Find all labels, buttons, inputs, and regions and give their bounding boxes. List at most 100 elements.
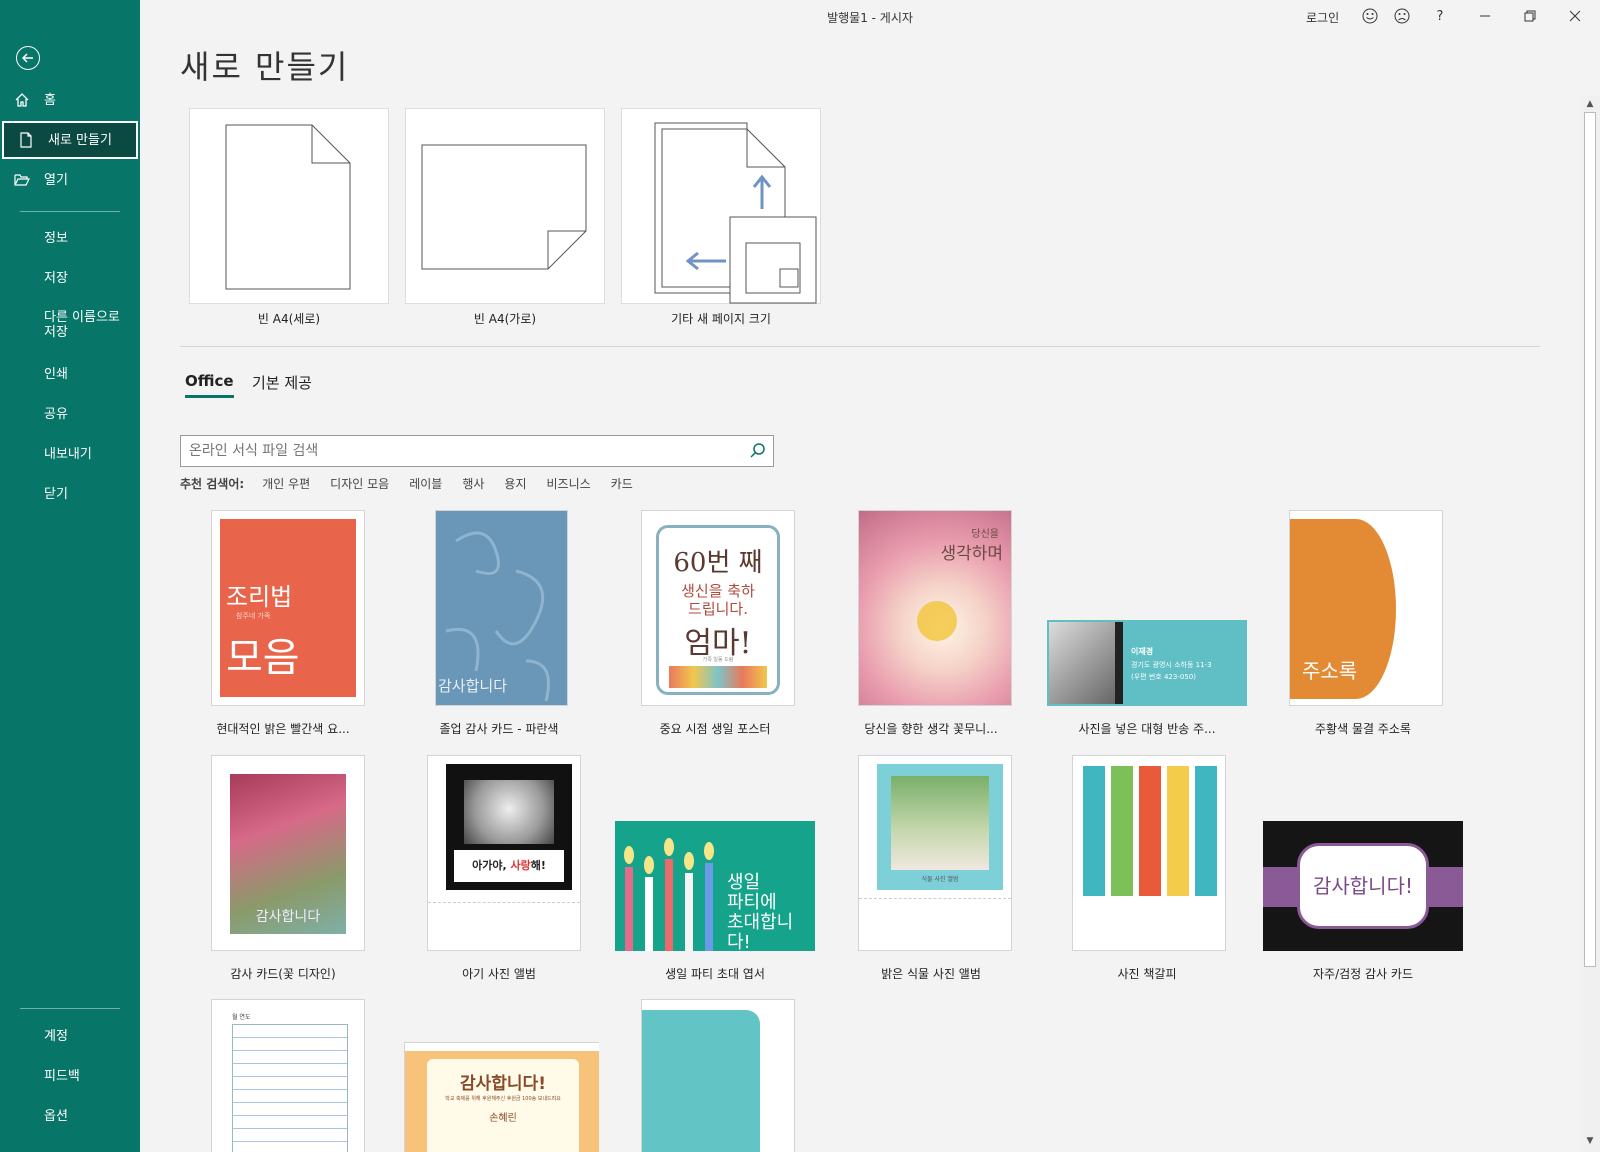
- thumb-text: 감사합니다: [255, 909, 321, 925]
- template-thumbnail: 이재경 경기도 광명시 소하동 11-3 (우편 번호 423-050): [1047, 620, 1247, 706]
- suggested-term[interactable]: 카드: [611, 475, 633, 492]
- thumb-text: 60번 째: [673, 548, 763, 578]
- smile-icon[interactable]: [1360, 6, 1380, 26]
- back-button[interactable]: [16, 46, 40, 70]
- frown-icon[interactable]: [1392, 6, 1412, 26]
- template-thumbnail: 주소록: [1289, 510, 1443, 706]
- suggested-term[interactable]: 행사: [462, 475, 484, 492]
- template-caption: 중요 시점 생일 포스터: [659, 722, 771, 736]
- sidebar-item-close[interactable]: 닫기: [0, 475, 140, 513]
- blank-a4-landscape[interactable]: [405, 108, 605, 304]
- sidebar-item-share[interactable]: 공유: [0, 395, 140, 433]
- photo-edge: [1115, 622, 1123, 704]
- sidebar-item-open[interactable]: 열기: [0, 161, 140, 199]
- template-card[interactable]: [615, 999, 815, 1152]
- blank-template-label: 빈 A4(가로): [473, 312, 537, 326]
- more-page-sizes[interactable]: [621, 108, 821, 304]
- template-search: [180, 435, 774, 467]
- minimize-icon[interactable]: [1475, 6, 1495, 26]
- search-icon[interactable]: [749, 442, 767, 464]
- close-icon[interactable]: [1565, 6, 1585, 26]
- sidebar-item-account[interactable]: 계정: [0, 1017, 140, 1055]
- template-card[interactable]: 60번 째 생신을 축하 드립니다. 엄마! 가족 일동 드림 중요 시점 생일…: [615, 510, 815, 750]
- sidebar-item-options[interactable]: 옵션: [0, 1097, 140, 1135]
- bookmark-strip: [1139, 766, 1161, 896]
- template-caption: 자주/검정 감사 카드: [1313, 967, 1413, 981]
- sidebar-item-label: 새로 만들기: [48, 132, 112, 148]
- thumb-text: 사랑: [510, 859, 531, 872]
- sidebar-divider: [20, 211, 120, 212]
- template-card[interactable]: 감사합니다 졸업 감사 카드 - 파란색: [399, 510, 599, 750]
- template-card[interactable]: 당신을 생각하며 당신을 향한 생각 꽃무니...: [831, 510, 1031, 750]
- thumb-text: 초대합니: [727, 912, 794, 933]
- sidebar-item-label: 공유: [44, 406, 68, 422]
- sidebar-item-new[interactable]: 새로 만들기: [2, 121, 138, 159]
- sidebar-item-home[interactable]: 홈: [0, 81, 140, 119]
- suggested-term[interactable]: 용지: [504, 475, 526, 492]
- template-card[interactable]: 감사합니다 감사 카드(꽃 디자인): [183, 755, 383, 995]
- suggested-term[interactable]: 레이블: [409, 475, 442, 492]
- restore-icon[interactable]: [1520, 6, 1540, 26]
- bookmark-strip: [1167, 766, 1189, 896]
- baby-caption: 아가야, 사랑해!: [454, 850, 564, 882]
- template-card[interactable]: 식물 사진 앨범 밝은 식물 사진 앨범: [831, 755, 1031, 995]
- sidebar-item-info[interactable]: 정보: [0, 219, 140, 257]
- scroll-up-icon[interactable]: ▲: [1583, 99, 1597, 111]
- flower-center: [917, 601, 957, 641]
- template-caption: 졸업 감사 카드 - 파란색: [439, 722, 559, 736]
- scroll-down-icon[interactable]: ▼: [1583, 1136, 1597, 1148]
- template-card[interactable]: 주소록 주황색 물결 주소록: [1263, 510, 1463, 750]
- login-button[interactable]: 로그인: [1306, 9, 1339, 26]
- sidebar-item-print[interactable]: 인쇄: [0, 355, 140, 393]
- vertical-scrollbar[interactable]: ▲ ▼: [1580, 96, 1600, 1152]
- sidebar-divider: [20, 1008, 120, 1009]
- fold-line: [859, 898, 1011, 899]
- help-icon[interactable]: ?: [1430, 6, 1450, 26]
- thumb-text: 감사합니다!: [460, 1074, 546, 1094]
- sidebar-item-label: 계정: [44, 1028, 68, 1044]
- sidebar-item-feedback[interactable]: 피드백: [0, 1057, 140, 1095]
- template-thumbnail: 감사합니다! 학교 축제를 위해 후원해주신 후원금 100송 보내드려요 손혜…: [404, 1042, 599, 1152]
- blank-a4-portrait[interactable]: [189, 108, 389, 304]
- sidebar-item-save-as[interactable]: 다른 이름으로 저장: [0, 306, 140, 344]
- photo-frame: 아가야, 사랑해!: [446, 764, 572, 890]
- sidebar-item-label: 닫기: [44, 486, 68, 502]
- template-thumbnail: 감사합니다: [435, 510, 568, 706]
- template-card[interactable]: 이재경 경기도 광명시 소하동 11-3 (우편 번호 423-050) 사진을…: [1047, 510, 1247, 750]
- scrollbar-thumb[interactable]: [1584, 112, 1596, 967]
- suggested-term[interactable]: 비즈니스: [547, 475, 591, 492]
- thumb-text: 경기도 광명시 소하동 11-3: [1131, 661, 1212, 669]
- template-card[interactable]: 아가야, 사랑해! 아기 사진 앨범: [399, 755, 599, 995]
- template-thumbnail: [1072, 755, 1226, 951]
- tab-office[interactable]: Office: [185, 372, 234, 398]
- home-icon: [0, 92, 44, 108]
- template-card[interactable]: 월 연도: [183, 999, 383, 1152]
- sidebar-item-export[interactable]: 내보내기: [0, 435, 140, 473]
- template-card[interactable]: 감사합니다! 자주/검정 감사 카드: [1263, 755, 1463, 995]
- sidebar-item-label: 다른 이름으로 저장: [44, 310, 120, 340]
- page-sizes-icon: [654, 122, 817, 304]
- template-caption: 당신을 향한 생각 꽃무니...: [864, 722, 998, 736]
- sidebar-item-label: 옵션: [44, 1108, 68, 1124]
- sidebar-item-label: 피드백: [44, 1068, 80, 1084]
- suggested-term[interactable]: 디자인 모음: [330, 475, 389, 492]
- template-card[interactable]: 생일 파티에 초대합니 다! 생일 파티 초대 엽서: [615, 755, 815, 995]
- template-caption: 밝은 식물 사진 앨범: [881, 967, 981, 981]
- thumb-text: 다!: [727, 932, 751, 952]
- template-thumbnail: 월 연도: [211, 999, 365, 1152]
- recipe-cover: 조리법 참주네 가족 모음: [220, 519, 356, 697]
- sidebar-item-save[interactable]: 저장: [0, 259, 140, 297]
- template-card[interactable]: 조리법 참주네 가족 모음 현대적인 밝은 빨간색 요...: [183, 510, 383, 750]
- tab-built-in[interactable]: 기본 제공: [252, 372, 312, 393]
- suggested-term[interactable]: 개인 우편: [262, 475, 310, 492]
- candles-graphic: [624, 838, 714, 951]
- template-card[interactable]: 사진 책갈피: [1047, 755, 1247, 995]
- window-title: 발행물1 - 게시자: [827, 11, 913, 25]
- bookmark-strip: [1111, 766, 1133, 896]
- bookmark-strip: [1195, 766, 1217, 896]
- template-card[interactable]: 감사합니다! 학교 축제를 위해 후원해주신 후원금 100송 보내드려요 손혜…: [399, 999, 599, 1152]
- sidebar-item-label: 저장: [44, 270, 68, 286]
- thumb-text: 당신을: [971, 529, 999, 540]
- search-input[interactable]: [181, 436, 731, 466]
- plant-photo: [891, 776, 989, 870]
